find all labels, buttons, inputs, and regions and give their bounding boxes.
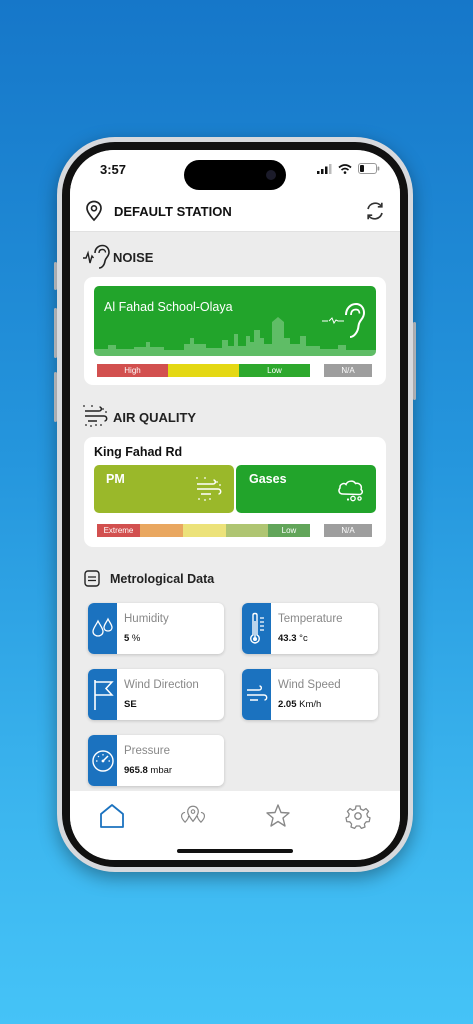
pm-label: PM (106, 472, 125, 486)
status-time: 3:57 (100, 162, 127, 177)
air-particles-icon (83, 405, 108, 427)
air-scale-moderate (226, 524, 268, 537)
gauge-icon (92, 750, 114, 772)
wind-direction-label: Wind Direction (124, 679, 199, 691)
station-title[interactable]: DEFAULT STATION (114, 204, 232, 219)
wind-speed-value: 2.05 Km/h (278, 699, 322, 710)
gear-icon[interactable] (343, 801, 373, 831)
humidity-icon-bg (88, 603, 117, 654)
wind-speed-card[interactable]: Wind Speed 2.05 Km/h (242, 669, 378, 720)
home-icon[interactable] (97, 801, 127, 831)
air-scale-high (183, 524, 226, 537)
wind-direction-value: SE (124, 699, 137, 710)
noise-station-tile[interactable]: Al Fahad School-Olaya (94, 286, 376, 356)
ear-icon (322, 302, 366, 338)
air-station-name: King Fahad Rd (94, 445, 183, 459)
air-quality-section-title: AIR QUALITY (113, 410, 197, 425)
status-bar: 3:57 (70, 150, 400, 192)
pressure-icon-bg (88, 735, 117, 786)
location-pin-icon[interactable] (85, 200, 103, 222)
air-scale-na: N/A (324, 524, 372, 537)
wind-direction-card[interactable]: Wind Direction SE (88, 669, 224, 720)
gases-tile[interactable]: Gases (236, 465, 376, 513)
met-section-title: Metrological Data (110, 572, 215, 586)
noise-scale-low: Low (239, 364, 310, 377)
pressure-card[interactable]: Pressure 965.8 mbar (88, 735, 224, 786)
noise-scale-high: High (97, 364, 168, 377)
thermometer-icon (250, 612, 264, 644)
pressure-value: 965.8 mbar (124, 765, 173, 776)
home-indicator (177, 849, 293, 853)
air-scale-very-high (140, 524, 183, 537)
app-header: DEFAULT STATION (70, 192, 400, 232)
cloud-gas-icon (338, 480, 364, 502)
ear-wave-icon (83, 244, 110, 269)
stations-map-icon[interactable] (178, 801, 208, 831)
temperature-icon-bg (242, 603, 271, 654)
bottom-tab-bar (70, 791, 400, 860)
temperature-value: 43.3 °c (278, 633, 308, 644)
dynamic-island (184, 160, 286, 190)
wind-icon (247, 685, 268, 701)
water-drops-icon (92, 617, 113, 637)
humidity-card[interactable]: Humidity 5 % (88, 603, 224, 654)
temperature-label: Temperature (278, 613, 343, 625)
gases-label: Gases (249, 472, 287, 486)
humidity-value: 5 % (124, 633, 141, 644)
wind-particles-icon (196, 477, 222, 501)
pm-tile[interactable]: PM (94, 465, 234, 513)
signal-icon (317, 163, 332, 174)
star-icon[interactable] (263, 801, 293, 831)
air-scale-extreme: Extreme (97, 524, 140, 537)
noise-scale-na: N/A (324, 364, 372, 377)
wind-direction-icon-bg (88, 669, 117, 720)
weather-station-icon (84, 570, 100, 587)
wifi-icon (338, 163, 352, 174)
air-scale-low: Low (268, 524, 310, 537)
app-screen: 3:57 DEFAULT STATION NOISE Al Fahad Scho… (70, 150, 400, 860)
wind-speed-label: Wind Speed (278, 679, 341, 691)
refresh-icon[interactable] (364, 200, 386, 222)
humidity-label: Humidity (124, 613, 169, 625)
power-button (413, 322, 416, 400)
wind-speed-icon-bg (242, 669, 271, 720)
noise-scale-medium (168, 364, 239, 377)
battery-icon (358, 163, 380, 174)
noise-station-name: Al Fahad School-Olaya (104, 300, 233, 314)
pressure-label: Pressure (124, 745, 171, 757)
temperature-card[interactable]: Temperature 43.3 °c (242, 603, 378, 654)
flag-icon (94, 680, 114, 710)
noise-section-title: NOISE (113, 250, 154, 265)
